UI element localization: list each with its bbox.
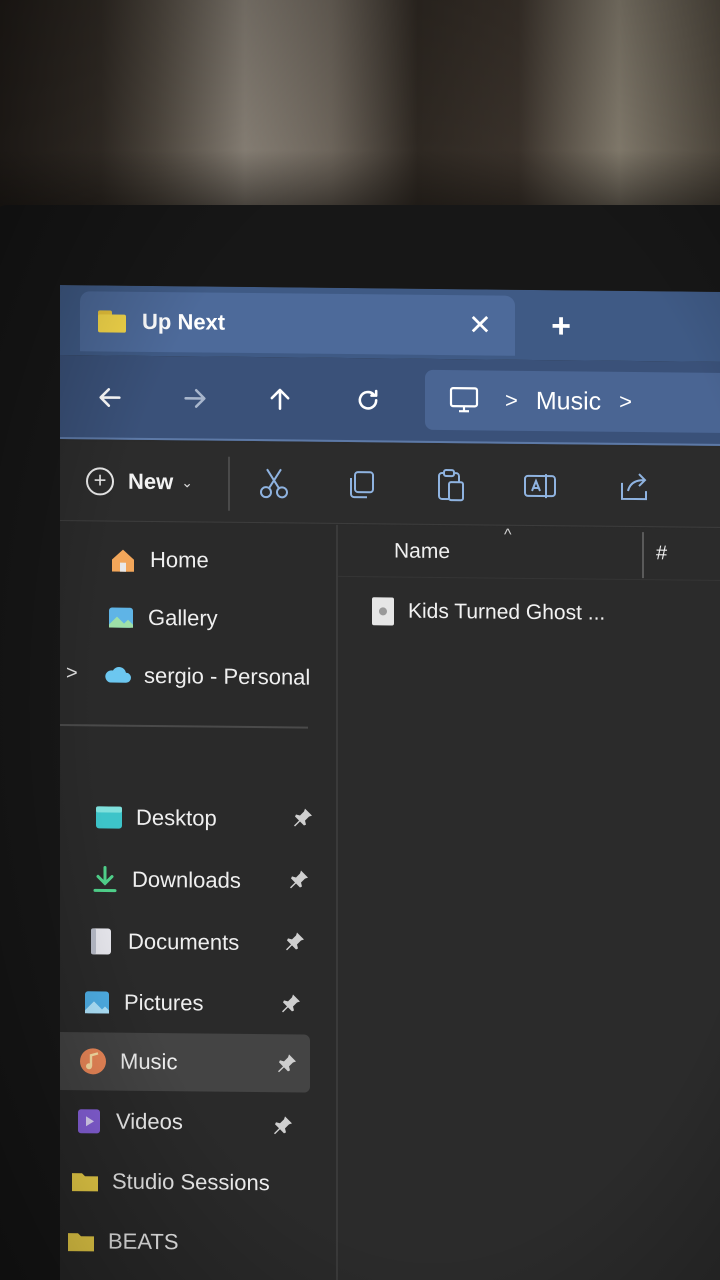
column-header-row: Name ^ #	[338, 524, 720, 582]
sidebar-item-pictures[interactable]: Pictures	[82, 977, 203, 1028]
chevron-right-icon: >	[505, 387, 518, 413]
folder-icon	[68, 1233, 94, 1252]
chevron-down-icon: ⌄	[181, 473, 193, 490]
pin-icon[interactable]	[292, 806, 314, 828]
documents-icon	[91, 928, 111, 955]
sidebar-item-desktop[interactable]: Desktop	[94, 792, 217, 843]
sidebar-item-downloads[interactable]: Downloads	[90, 854, 241, 906]
command-bar: + New ⌄	[60, 441, 720, 529]
file-list: Name ^ # Kids Turned Ghost ...	[338, 524, 720, 1280]
videos-icon	[78, 1109, 100, 1134]
paste-icon[interactable]	[433, 467, 469, 503]
downloads-icon	[93, 865, 117, 893]
file-row[interactable]: Kids Turned Ghost ...	[372, 591, 605, 633]
tab-title: Up Next	[142, 308, 226, 335]
pin-icon[interactable]	[288, 868, 310, 890]
pin-icon[interactable]	[272, 1114, 294, 1136]
sidebar-item-studio-sessions[interactable]: Studio Sessions	[70, 1156, 270, 1208]
new-button-label: New	[128, 468, 174, 495]
plus-circle-icon: +	[86, 467, 114, 496]
gallery-icon	[109, 607, 133, 628]
desktop-folder-icon	[96, 806, 122, 829]
onedrive-cloud-icon	[105, 667, 131, 683]
rename-icon[interactable]	[522, 468, 558, 504]
new-tab-button[interactable]: +	[545, 307, 577, 345]
back-arrow-icon[interactable]	[90, 377, 130, 417]
sidebar-item-documents[interactable]: Documents	[86, 916, 239, 968]
chevron-right-icon: >	[619, 388, 633, 414]
folder-icon	[98, 310, 128, 333]
audio-file-icon	[372, 597, 394, 626]
column-header-name[interactable]: Name	[394, 539, 450, 564]
pin-icon[interactable]	[276, 1052, 298, 1074]
forward-arrow-icon[interactable]	[175, 378, 215, 418]
chevron-right-icon[interactable]: >	[66, 662, 78, 685]
sidebar-item-gallery[interactable]: Gallery	[106, 592, 218, 643]
title-bar: Up Next ✕ +	[60, 285, 720, 363]
sidebar-item-music[interactable]: Music	[78, 1036, 177, 1087]
navigation-pane: Home Gallery > sergio - Personal Desktop	[60, 522, 336, 1280]
sidebar-item-videos[interactable]: Videos	[74, 1096, 183, 1147]
close-tab-icon[interactable]: ✕	[465, 309, 495, 340]
column-divider[interactable]	[642, 532, 644, 579]
folder-icon	[72, 1173, 98, 1192]
up-arrow-icon[interactable]	[260, 379, 300, 419]
share-icon[interactable]	[616, 469, 652, 505]
file-name: Kids Turned Ghost ...	[408, 599, 606, 625]
new-button[interactable]: + New ⌄	[86, 459, 193, 504]
column-header-number[interactable]: #	[656, 542, 667, 565]
section-divider	[60, 723, 308, 729]
sidebar-item-beats[interactable]: BEATS	[66, 1216, 179, 1267]
pin-icon[interactable]	[280, 992, 302, 1014]
address-segment-music[interactable]: Music	[536, 386, 601, 416]
computer-icon	[449, 387, 479, 413]
pictures-icon	[85, 991, 109, 1014]
refresh-icon[interactable]	[348, 380, 388, 420]
pin-icon[interactable]	[284, 930, 306, 952]
navigation-bar: > Music >	[60, 355, 720, 447]
tab-up-next[interactable]: Up Next ✕	[80, 291, 515, 356]
sidebar-item-onedrive[interactable]: sergio - Personal	[102, 650, 310, 702]
toolbar-divider	[228, 456, 230, 511]
address-bar[interactable]: > Music >	[425, 369, 720, 434]
copy-icon[interactable]	[344, 466, 380, 502]
file-explorer-window: Up Next ✕ + > Music > + New ⌄ Home Galle…	[60, 285, 720, 1280]
cut-icon[interactable]	[256, 465, 292, 501]
sort-ascending-icon: ^	[504, 526, 512, 544]
sidebar-item-home[interactable]: Home	[108, 535, 209, 586]
music-icon	[80, 1048, 106, 1075]
home-icon	[112, 549, 134, 572]
